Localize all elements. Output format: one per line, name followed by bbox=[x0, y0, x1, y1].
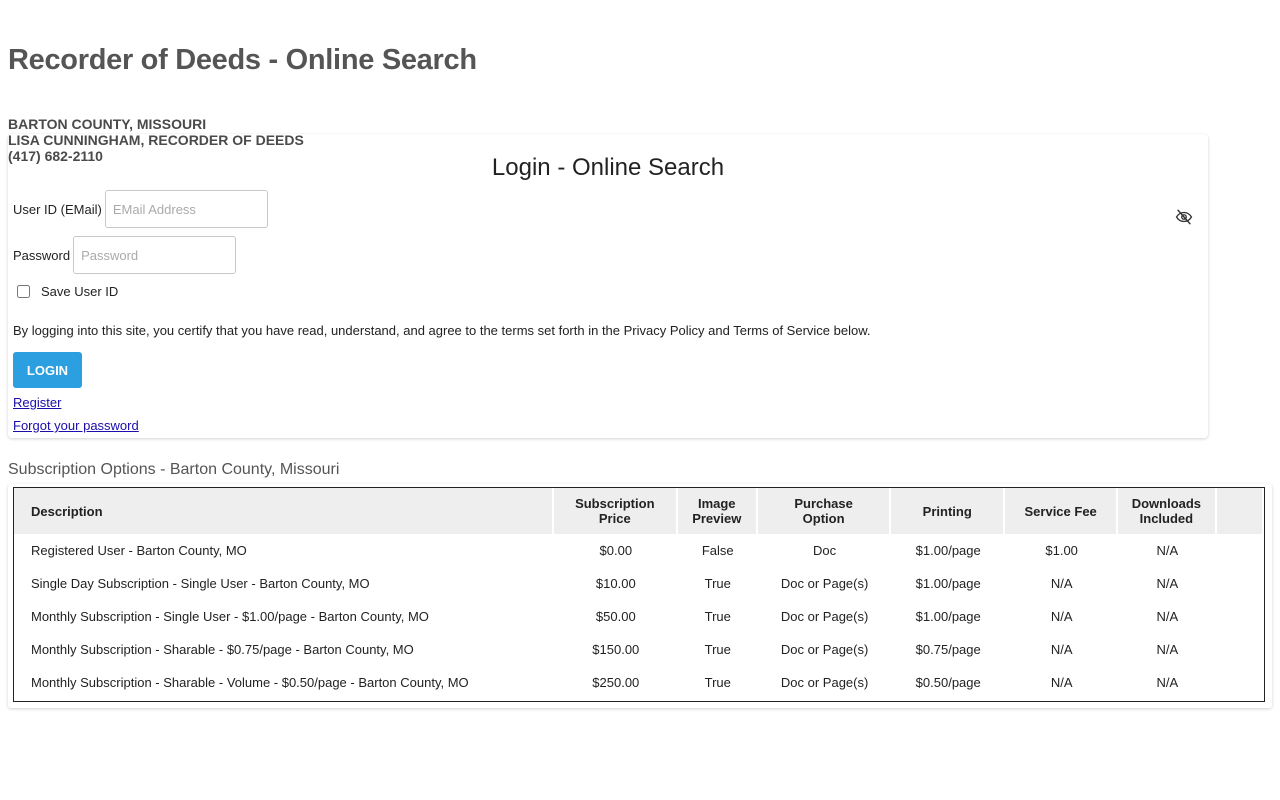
cell-description: Monthly Subscription - Single User - $1.… bbox=[31, 609, 429, 624]
password-row: Password bbox=[13, 236, 237, 274]
save-user-label: Save User ID bbox=[41, 284, 119, 299]
cell-image-preview: True bbox=[704, 609, 731, 624]
user-id-input[interactable] bbox=[104, 190, 268, 228]
header-image-line1: Image bbox=[697, 496, 736, 511]
recorder-name: LISA CUNNINGHAM, RECORDER OF DEEDS bbox=[8, 132, 304, 148]
cell-spacer bbox=[1217, 567, 1264, 600]
user-id-label: User ID (EMail) bbox=[13, 201, 102, 217]
cell-service-fee: N/A bbox=[1050, 675, 1073, 690]
save-user-checkbox[interactable] bbox=[17, 285, 30, 298]
phone-number: (417) 682-2110 bbox=[8, 148, 103, 164]
header-purchase-line2: Option bbox=[802, 511, 845, 526]
cell-service-fee: $1.00 bbox=[1045, 543, 1078, 558]
cell-image-preview: True bbox=[704, 642, 731, 657]
header-purchase-line1: Purchase bbox=[794, 496, 853, 511]
subscription-title: Subscription Options - Barton County, Mi… bbox=[8, 461, 340, 478]
header-price: Subscription Price bbox=[554, 488, 678, 534]
cell-purchase-option: Doc or Page(s) bbox=[780, 609, 869, 624]
cell-purchase-option: Doc bbox=[813, 543, 837, 558]
header-printing: Printing bbox=[891, 488, 1006, 534]
cell-service-fee: N/A bbox=[1050, 609, 1073, 624]
cell-service-fee: N/A bbox=[1050, 576, 1073, 591]
header-spacer bbox=[1216, 488, 1264, 534]
cell-printing: $1.00/page bbox=[915, 609, 981, 624]
table-row: Registered User - Barton County, MO $0.0… bbox=[14, 534, 1264, 567]
cell-spacer bbox=[1217, 633, 1264, 666]
table-row: Monthly Subscription - Sharable - $0.75/… bbox=[14, 633, 1264, 666]
page: Recorder of Deeds - Online Search BARTON… bbox=[0, 0, 1280, 800]
county-info: BARTON COUNTY, MISSOURI LISA CUNNINGHAM,… bbox=[8, 116, 304, 164]
cell-printing: $1.00/page bbox=[915, 543, 981, 558]
cell-image-preview: False bbox=[701, 543, 734, 558]
cell-price: $0.00 bbox=[599, 543, 633, 558]
subscription-table: Description Subscription Price Image Pre… bbox=[14, 488, 1264, 699]
table-row: Monthly Subscription - Sharable - Volume… bbox=[14, 666, 1264, 699]
table-header-row: Description Subscription Price Image Pre… bbox=[14, 488, 1264, 534]
terms-text: By logging into this site, you certify t… bbox=[13, 323, 871, 338]
header-description: Description bbox=[14, 488, 555, 534]
login-button[interactable]: LOGIN bbox=[13, 352, 82, 388]
header-image-preview: Image Preview bbox=[677, 488, 758, 534]
cell-printing: $0.75/page bbox=[915, 642, 981, 657]
password-label: Password bbox=[13, 247, 71, 263]
password-input[interactable] bbox=[73, 236, 237, 274]
table-row: Monthly Subscription - Single User - $1.… bbox=[14, 600, 1264, 633]
cell-purchase-option: Doc or Page(s) bbox=[780, 675, 869, 690]
cell-service-fee: N/A bbox=[1050, 642, 1073, 657]
eye-slash-icon[interactable] bbox=[1175, 208, 1193, 226]
header-price-line2: Price bbox=[598, 511, 631, 526]
cell-downloads: N/A bbox=[1156, 675, 1179, 690]
cell-printing: $1.00/page bbox=[915, 576, 981, 591]
cell-price: $10.00 bbox=[595, 576, 636, 591]
header-downloads-line1: Downloads bbox=[1131, 496, 1202, 511]
table-row: Single Day Subscription - Single User - … bbox=[14, 567, 1264, 600]
cell-downloads: N/A bbox=[1156, 543, 1179, 558]
header-downloads-line2: Included bbox=[1139, 511, 1194, 526]
cell-spacer bbox=[1217, 666, 1264, 699]
cell-image-preview: True bbox=[704, 576, 731, 591]
forgot-password-link[interactable]: Forgot your password bbox=[13, 418, 139, 433]
cell-image-preview: True bbox=[704, 675, 731, 690]
login-card: Login - Online Search User ID (EMail) Pa… bbox=[8, 134, 1208, 438]
cell-downloads: N/A bbox=[1156, 642, 1179, 657]
cell-printing: $0.50/page bbox=[915, 675, 981, 690]
subscription-card: Description Subscription Price Image Pre… bbox=[8, 484, 1272, 708]
county-name: BARTON COUNTY, MISSOURI bbox=[8, 116, 207, 132]
cell-price: $250.00 bbox=[592, 675, 640, 690]
cell-spacer bbox=[1217, 534, 1264, 567]
cell-description: Registered User - Barton County, MO bbox=[31, 543, 247, 558]
user-id-row: User ID (EMail) bbox=[13, 190, 268, 228]
cell-purchase-option: Doc or Page(s) bbox=[780, 642, 869, 657]
save-user-row: Save User ID bbox=[17, 284, 118, 299]
cell-price: $150.00 bbox=[592, 642, 640, 657]
header-purchase-option: Purchase Option bbox=[757, 488, 892, 534]
subscription-table-frame: Description Subscription Price Image Pre… bbox=[13, 487, 1265, 702]
cell-downloads: N/A bbox=[1156, 576, 1179, 591]
header-price-line1: Subscription bbox=[575, 496, 655, 511]
cell-downloads: N/A bbox=[1156, 609, 1179, 624]
cell-description: Single Day Subscription - Single User - … bbox=[31, 576, 370, 591]
site-title: Recorder of Deeds - Online Search bbox=[8, 44, 477, 76]
cell-price: $50.00 bbox=[595, 609, 636, 624]
header-service-fee: Service Fee bbox=[1005, 488, 1119, 534]
header-image-line2: Preview bbox=[692, 511, 742, 526]
cell-description: Monthly Subscription - Sharable - Volume… bbox=[31, 675, 469, 690]
register-link[interactable]: Register bbox=[13, 395, 61, 410]
cell-spacer bbox=[1217, 600, 1264, 633]
cell-purchase-option: Doc or Page(s) bbox=[780, 576, 869, 591]
header-downloads: Downloads Included bbox=[1118, 488, 1217, 534]
cell-description: Monthly Subscription - Sharable - $0.75/… bbox=[31, 642, 414, 657]
